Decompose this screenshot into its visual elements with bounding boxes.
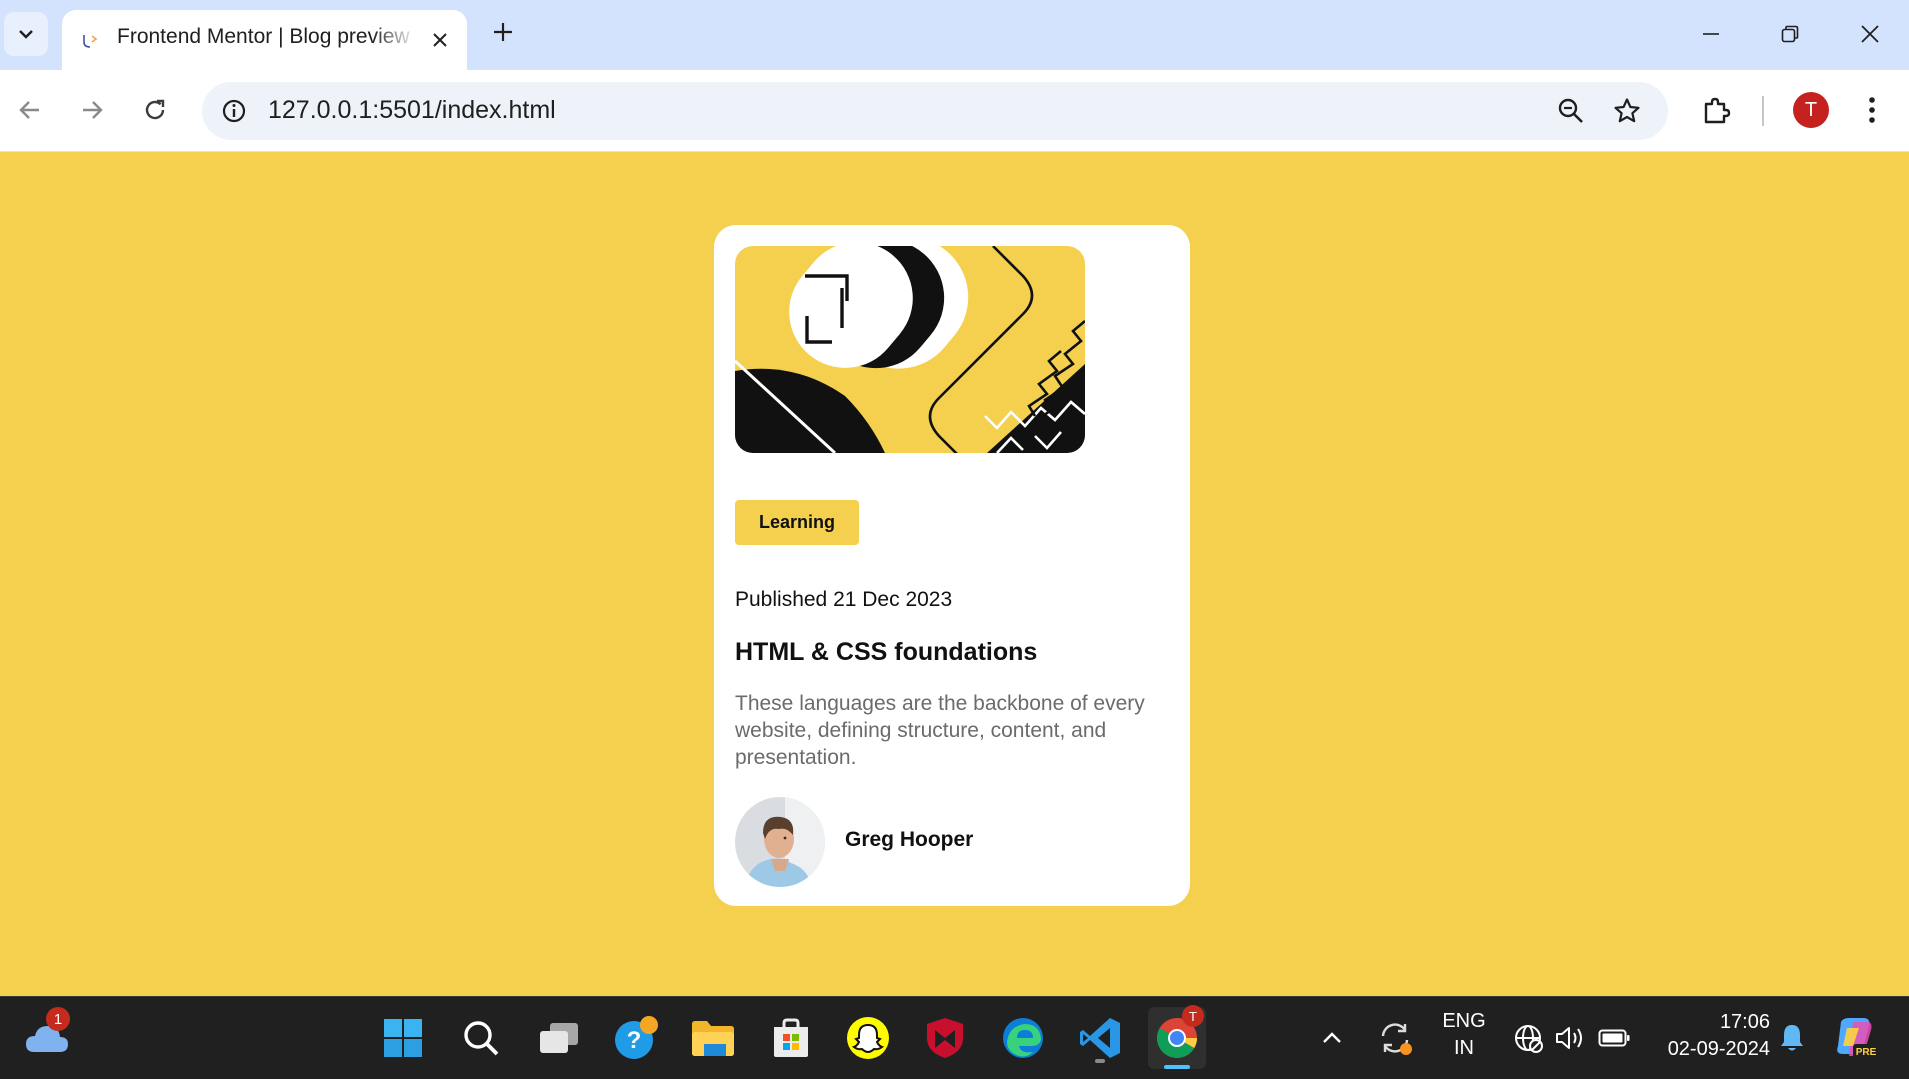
vscode-icon [1080,1018,1120,1058]
store-icon [774,1018,808,1057]
new-tab-button[interactable] [485,14,521,50]
help-icon: ? [615,1016,658,1059]
weather-notification-badge: 1 [46,1007,70,1031]
search-icon [464,1021,499,1056]
taskbar-search[interactable] [454,1011,508,1065]
tab-close-button[interactable] [426,26,454,54]
category-tag: Learning [735,500,859,545]
minimize-icon [1703,33,1719,35]
edge-icon [1003,1018,1043,1058]
arrow-left-icon [19,101,39,119]
author-avatar [735,797,825,887]
page-viewport: Learning Published 21 Dec 2023 HTML & CS… [0,153,1909,996]
edge-app[interactable] [996,1011,1050,1065]
chevron-up-icon [1323,1032,1341,1043]
mcafee-shield-icon [927,1018,963,1058]
network-status-button[interactable] [1508,1011,1548,1065]
close-window-button[interactable] [1848,14,1892,54]
task-view-icon [540,1023,578,1053]
browser-menu-button[interactable] [1850,88,1894,132]
url-text[interactable]: 127.0.0.1:5501/index.html [268,96,556,125]
speaker-icon [1556,1027,1582,1049]
card-title[interactable]: HTML & CSS foundations [735,638,1037,667]
restore-icon [1781,25,1799,43]
input-language-indicator[interactable]: ENG IN [1432,1008,1496,1062]
snapchat-app[interactable] [841,1011,895,1065]
forward-button[interactable] [70,88,114,132]
toolbar-divider [1762,96,1764,126]
restore-button[interactable] [1768,14,1812,54]
battery-button[interactable] [1594,1011,1634,1065]
extensions-button[interactable] [1694,88,1738,132]
minimize-button[interactable] [1689,14,1733,54]
plus-icon [494,23,512,41]
arrow-right-icon [83,101,103,119]
running-indicator [1095,1059,1105,1063]
zoom-out-icon [1558,98,1583,123]
frontend-mentor-favicon-icon [83,35,98,48]
sync-icon [1381,1023,1412,1055]
close-icon [433,33,447,47]
notifications-button[interactable] [1772,1011,1812,1065]
blog-preview-card: Learning Published 21 Dec 2023 HTML & CS… [714,225,1190,906]
bell-icon [1781,1025,1803,1051]
card-illustration [735,246,1085,453]
clock[interactable]: 17:06 02-09-2024 [1640,1009,1770,1063]
author-name: Greg Hooper [845,828,974,851]
snapchat-icon [847,1017,889,1059]
sync-status-icon-button[interactable] [1372,1011,1418,1065]
mcafee-app[interactable] [918,1011,972,1065]
volume-button[interactable] [1550,1011,1590,1065]
chrome-profile-badge: T [1182,1005,1204,1027]
file-explorer-app[interactable] [686,1011,740,1065]
card-description: These languages are the backbone of ever… [735,692,1145,769]
battery-icon [1598,1029,1630,1047]
puzzle-icon [1704,97,1731,124]
weather-widget[interactable]: 1 [20,1007,74,1065]
tab-title: Frontend Mentor | Blog preview card [117,25,417,48]
close-icon [1861,25,1879,43]
windows-taskbar: 1 ? T ENG IN 17:06 02-09-2024 PRE [0,996,1909,1079]
svg-text:?: ? [627,1027,642,1054]
reload-button[interactable] [133,88,177,132]
zoom-button[interactable] [1554,94,1588,128]
browser-toolbar: 127.0.0.1:5501/index.html T [0,70,1909,152]
more-vertical-icon [1869,97,1875,123]
active-indicator [1164,1065,1190,1069]
clock-time: 17:06 [1719,1011,1770,1033]
published-date: Published 21 Dec 2023 [735,588,953,611]
address-bar[interactable]: 127.0.0.1:5501/index.html [202,82,1668,140]
profile-avatar-button[interactable]: T [1793,92,1829,128]
globe-icon [1515,1025,1543,1053]
reload-icon [145,99,165,120]
task-view-button[interactable] [532,1011,586,1065]
bookmark-button[interactable] [1610,94,1644,128]
copilot-pre-icon: PRE [1837,1018,1879,1058]
language-region: IN [1454,1037,1474,1059]
active-tab[interactable]: Frontend Mentor | Blog preview card [62,10,467,70]
star-icon [1614,98,1640,123]
tab-search-button[interactable] [4,12,48,56]
windows-logo-icon [384,1019,422,1057]
get-help-app[interactable]: ? [609,1011,663,1065]
svg-text:PRE: PRE [1856,1047,1877,1058]
clock-date: 02-09-2024 [1667,1038,1770,1060]
chevron-down-icon [19,30,33,39]
microsoft-store-app[interactable] [764,1011,818,1065]
vscode-app[interactable] [1073,1011,1127,1065]
info-icon [222,99,246,123]
language-code: ENG [1442,1010,1486,1032]
copilot-button[interactable]: PRE [1828,1011,1884,1065]
chrome-app[interactable]: T [1148,1005,1206,1069]
start-button[interactable] [376,1011,430,1065]
folder-icon [692,1021,734,1056]
site-info-button[interactable] [218,95,250,127]
browser-tab-strip: Frontend Mentor | Blog preview card [0,0,1909,70]
back-button[interactable] [8,88,52,132]
show-hidden-icons-button[interactable] [1314,1011,1350,1065]
